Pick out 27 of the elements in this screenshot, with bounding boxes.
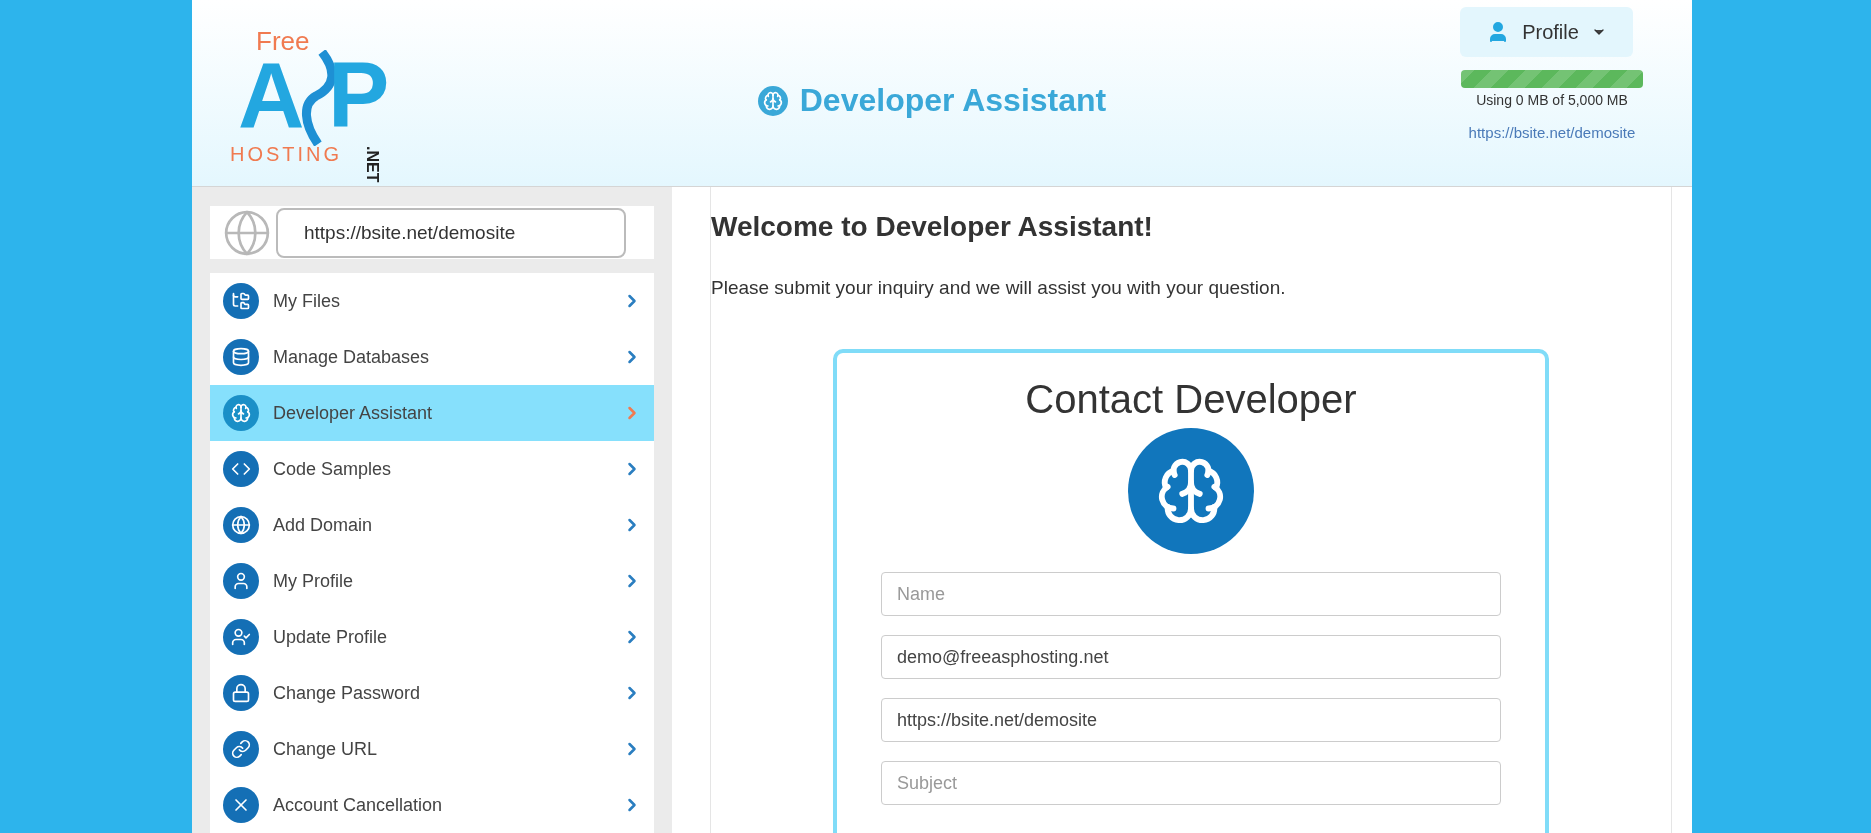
input-field[interactable]: demo@freeasphosting.net bbox=[881, 635, 1501, 679]
logo-text: .NET bbox=[364, 146, 380, 183]
input-field[interactable]: Name bbox=[881, 572, 1501, 616]
input-field[interactable]: https://bsite.net/demosite bbox=[881, 698, 1501, 742]
brain-icon bbox=[223, 395, 259, 431]
code-icon bbox=[223, 451, 259, 487]
database-icon bbox=[223, 339, 259, 375]
sidebar-item[interactable]: Developer Assistant bbox=[210, 385, 654, 441]
user-check-icon bbox=[223, 619, 259, 655]
logo-text: HOSTING bbox=[230, 144, 343, 164]
brain-icon bbox=[757, 85, 788, 116]
folder-tree-icon bbox=[223, 283, 259, 319]
profile-button[interactable]: Profile bbox=[1460, 7, 1633, 57]
page-title: Developer Assistant bbox=[799, 82, 1107, 119]
site-link[interactable]: https://bsite.net/demosite bbox=[1468, 124, 1636, 141]
lock-icon bbox=[223, 675, 259, 711]
card-title: Contact Developer bbox=[1025, 377, 1357, 422]
intro-text: Please submit your inquiry and we will assist you with your question. bbox=[711, 277, 1287, 299]
welcome-heading: Welcome to Developer Assistant! bbox=[711, 211, 1154, 243]
link-icon bbox=[223, 731, 259, 767]
input-field[interactable]: Subject bbox=[881, 761, 1501, 805]
site-url-field[interactable]: https://bsite.net/demosite bbox=[276, 207, 626, 258]
user-icon bbox=[223, 563, 259, 599]
logo-letter: P bbox=[328, 52, 390, 140]
close-icon bbox=[223, 787, 259, 823]
storage-usage: Using 0 MB of 5,000 MB bbox=[1476, 92, 1628, 108]
globe-icon bbox=[223, 507, 259, 543]
